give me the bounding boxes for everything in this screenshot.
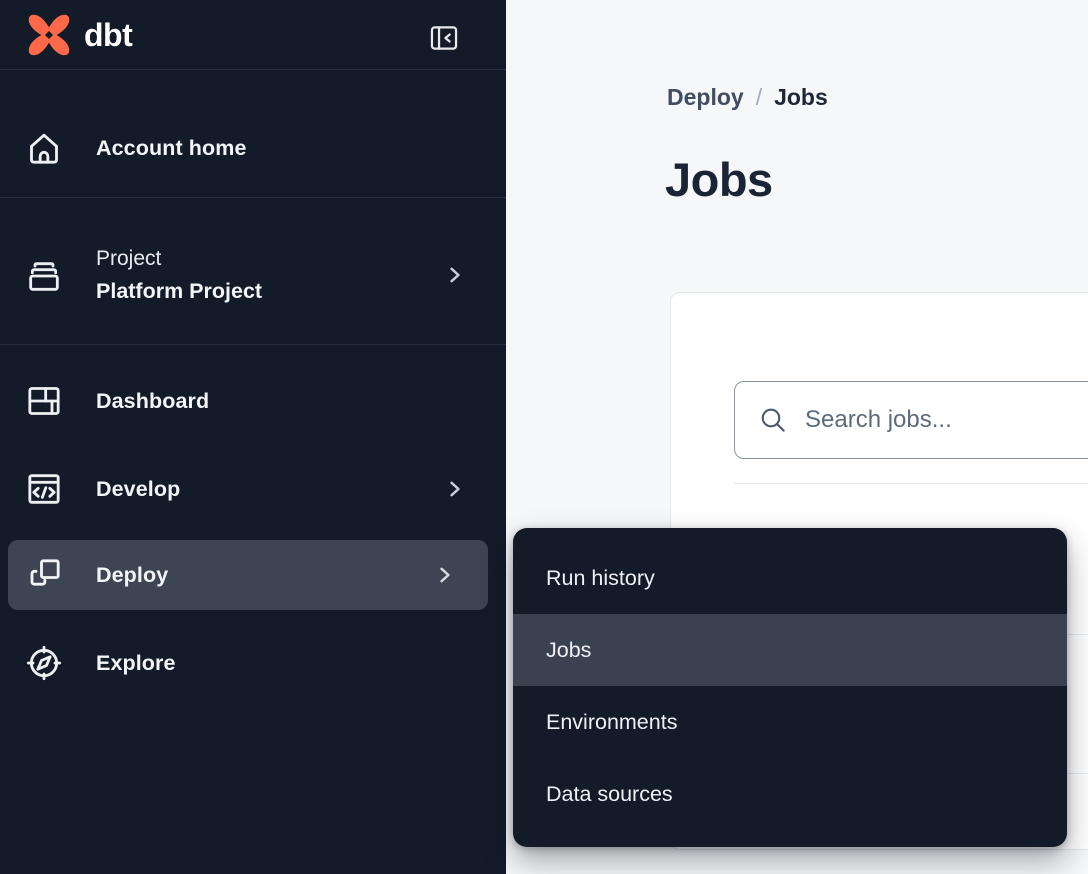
- sidebar-item-label: Dashboard: [96, 389, 209, 414]
- sidebar-item-project[interactable]: Project Platform Project: [0, 236, 506, 314]
- breadcrumb-separator: /: [756, 84, 762, 111]
- sidebar-divider: [0, 197, 506, 198]
- sidebar-item-label: Deploy: [96, 563, 168, 588]
- sidebar-item-label: Explore: [96, 651, 176, 676]
- home-icon: [24, 128, 64, 168]
- search-icon: [757, 404, 789, 436]
- sidebar: dbt Account home: [0, 0, 506, 874]
- sidebar-collapse-button[interactable]: [427, 21, 461, 55]
- sidebar-item-dashboard[interactable]: Dashboard: [0, 375, 506, 427]
- breadcrumb-deploy-link[interactable]: Deploy: [667, 84, 744, 111]
- sidebar-item-develop[interactable]: Develop: [0, 463, 506, 515]
- deploy-icon: [24, 555, 64, 595]
- search-box[interactable]: [734, 381, 1088, 459]
- sidebar-divider: [0, 344, 506, 345]
- chevron-right-icon: [444, 264, 466, 286]
- dbt-logo: dbt: [22, 8, 132, 62]
- chevron-right-icon: [444, 478, 466, 500]
- sidebar-item-deploy[interactable]: Deploy: [8, 540, 488, 610]
- compass-icon: [24, 643, 64, 683]
- deploy-submenu: Run history Jobs Environments Data sourc…: [513, 528, 1067, 847]
- sidebar-item-account-home[interactable]: Account home: [0, 122, 506, 174]
- sidebar-item-project-name: Platform Project: [96, 278, 262, 305]
- sidebar-item-project-label: Project: [96, 245, 262, 272]
- dbt-logo-icon: [22, 8, 76, 62]
- submenu-item-run-history[interactable]: Run history: [513, 542, 1067, 614]
- submenu-item-environments[interactable]: Environments: [513, 686, 1067, 758]
- sidebar-item-label: Develop: [96, 477, 180, 502]
- app-window: dbt Account home: [0, 0, 1088, 874]
- dashboard-icon: [24, 381, 64, 421]
- search-jobs-input[interactable]: [805, 406, 1088, 434]
- sidebar-header: dbt: [0, 0, 506, 70]
- breadcrumb: Deploy / Jobs: [667, 84, 828, 111]
- chevron-right-icon: [434, 564, 456, 586]
- breadcrumb-current: Jobs: [774, 84, 828, 111]
- submenu-item-data-sources[interactable]: Data sources: [513, 758, 1067, 830]
- page-title: Jobs: [665, 152, 773, 207]
- sidebar-item-explore[interactable]: Explore: [0, 637, 506, 689]
- project-stack-icon: [24, 255, 64, 295]
- panel-collapse-icon: [427, 21, 461, 55]
- code-window-icon: [24, 469, 64, 509]
- submenu-item-jobs[interactable]: Jobs: [513, 614, 1067, 686]
- sidebar-item-label: Account home: [96, 136, 247, 161]
- dbt-logo-text: dbt: [84, 17, 132, 54]
- card-divider: [734, 483, 1088, 484]
